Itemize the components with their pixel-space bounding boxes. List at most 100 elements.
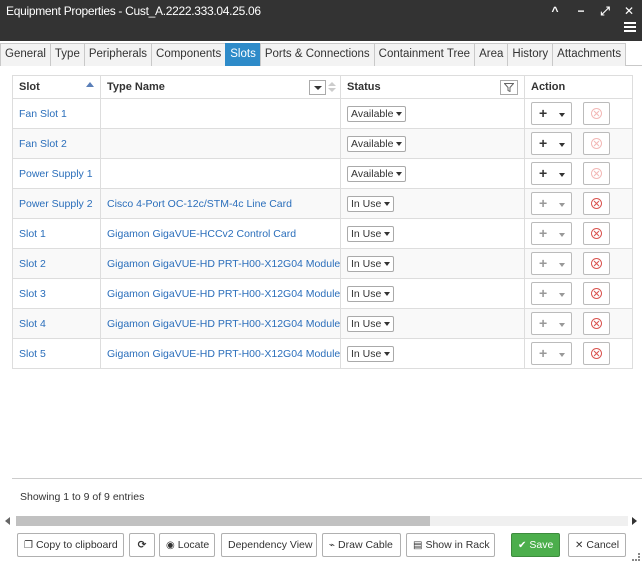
- tab-attachments[interactable]: Attachments: [552, 43, 627, 66]
- tab-general[interactable]: General: [0, 43, 51, 66]
- table-row[interactable]: Power Supply 1 Available +: [12, 158, 633, 189]
- column-header-status[interactable]: Status: [340, 75, 525, 99]
- tab-type[interactable]: Type: [49, 43, 85, 66]
- show-in-rack-button[interactable]: ▤ Show in Rack: [406, 533, 495, 557]
- table-row[interactable]: Power Supply 2 Cisco 4-Port OC-12c/STM-4c…: [12, 188, 633, 219]
- tab-ports-connections[interactable]: Ports & Connections: [259, 43, 375, 66]
- type-name-link[interactable]: Gigamon GigaVUE-HD PRT-H00-X12G04 Module: [107, 258, 340, 270]
- scroll-thumb[interactable]: [16, 516, 430, 526]
- column-header-slot[interactable]: Slot: [12, 75, 101, 99]
- locate-icon: ◉: [166, 540, 175, 551]
- chevron-down-icon: [559, 113, 565, 117]
- action-cell: +: [524, 248, 633, 279]
- draw-cable-button[interactable]: ⌁ Draw Cable: [322, 533, 401, 557]
- tab-slots[interactable]: Slots: [225, 43, 261, 66]
- copy-to-clipboard-button[interactable]: ❐ Copy to clipboard: [17, 533, 124, 557]
- slot-link[interactable]: Slot 5: [19, 348, 46, 360]
- table-row[interactable]: Slot 1 Gigamon GigaVUE-HCCv2 Control Card…: [12, 218, 633, 249]
- status-dropdown[interactable]: Available: [347, 135, 407, 152]
- add-component-button[interactable]: +: [531, 312, 572, 335]
- plus-icon: +: [539, 135, 548, 151]
- tab-area[interactable]: Area: [474, 43, 509, 66]
- status-dropdown[interactable]: In Use: [347, 225, 395, 242]
- slot-cell: Slot 3: [12, 278, 101, 309]
- tab-history[interactable]: History: [507, 43, 554, 66]
- slot-link[interactable]: Power Supply 1: [19, 168, 93, 180]
- table-row[interactable]: Slot 2 Gigamon GigaVUE-HD PRT-H00-X12G04 …: [12, 248, 633, 279]
- status-value: Available: [351, 137, 394, 150]
- slot-link[interactable]: Power Supply 2: [19, 198, 93, 210]
- status-dropdown[interactable]: In Use: [347, 285, 395, 302]
- column-header-action: Action: [524, 75, 633, 99]
- slot-link[interactable]: Slot 2: [19, 258, 46, 270]
- scroll-track[interactable]: [16, 516, 628, 526]
- add-component-button[interactable]: +: [531, 192, 572, 215]
- table-row[interactable]: Slot 4 Gigamon GigaVUE-HD PRT-H00-X12G04 …: [12, 308, 633, 339]
- cancel-button[interactable]: ✕ Cancel: [568, 533, 626, 557]
- resize-grip-icon[interactable]: [632, 553, 640, 561]
- add-component-button[interactable]: +: [531, 342, 572, 365]
- delete-component-button[interactable]: [583, 132, 610, 155]
- status-value: In Use: [351, 227, 382, 240]
- type-name-link[interactable]: Gigamon GigaVUE-HD PRT-H00-X12G04 Module: [107, 318, 340, 330]
- status-dropdown[interactable]: In Use: [347, 315, 395, 332]
- collapse-icon[interactable]: ^: [548, 4, 562, 18]
- column-header-action-label: Action: [531, 81, 566, 93]
- delete-component-button[interactable]: [583, 102, 610, 125]
- type-name-link[interactable]: Cisco 4-Port OC-12c/STM-4c Line Card: [107, 198, 292, 210]
- slot-link[interactable]: Slot 4: [19, 318, 46, 330]
- slot-link[interactable]: Fan Slot 1: [19, 108, 67, 120]
- status-dropdown[interactable]: In Use: [347, 345, 395, 362]
- locate-button[interactable]: ◉ Locate: [159, 533, 215, 557]
- sort-ascending-icon[interactable]: [86, 82, 94, 87]
- type-name-link[interactable]: Gigamon GigaVUE-HD PRT-H00-X12G04 Module: [107, 348, 340, 360]
- slot-cell: Slot 2: [12, 248, 101, 279]
- filter-icon[interactable]: [500, 80, 518, 95]
- status-dropdown[interactable]: Available: [347, 165, 407, 182]
- save-button[interactable]: ✔ Save: [511, 533, 560, 557]
- close-icon[interactable]: ✕: [622, 4, 636, 18]
- type-name-link[interactable]: Gigamon GigaVUE-HCCv2 Control Card: [107, 228, 296, 240]
- type-name-link[interactable]: Gigamon GigaVUE-HD PRT-H00-X12G04 Module: [107, 288, 340, 300]
- horizontal-scrollbar[interactable]: [0, 514, 642, 528]
- delete-component-button[interactable]: [583, 312, 610, 335]
- minimize-icon[interactable]: −: [574, 4, 588, 18]
- delete-component-button[interactable]: [583, 252, 610, 275]
- scroll-left-arrow-icon[interactable]: [5, 517, 10, 525]
- tab-containment-tree[interactable]: Containment Tree: [373, 43, 476, 66]
- add-component-button[interactable]: +: [531, 252, 572, 275]
- add-component-button[interactable]: +: [531, 222, 572, 245]
- hamburger-menu-icon[interactable]: [624, 22, 636, 34]
- table-row[interactable]: Fan Slot 1 Available +: [12, 98, 633, 129]
- add-component-button[interactable]: +: [531, 102, 572, 125]
- delete-component-button[interactable]: [583, 222, 610, 245]
- delete-component-button[interactable]: [583, 342, 610, 365]
- tab-peripherals[interactable]: Peripherals: [83, 43, 153, 66]
- column-dropdown-icon[interactable]: [309, 80, 326, 95]
- chevron-down-icon: [559, 263, 565, 267]
- slot-link[interactable]: Slot 1: [19, 228, 46, 240]
- status-dropdown[interactable]: In Use: [347, 195, 395, 212]
- delete-component-button[interactable]: [583, 282, 610, 305]
- add-component-button[interactable]: +: [531, 132, 572, 155]
- slot-link[interactable]: Slot 3: [19, 288, 46, 300]
- rack-icon: ▤: [413, 540, 423, 551]
- column-header-type-name[interactable]: Type Name: [100, 75, 341, 99]
- add-component-button[interactable]: +: [531, 162, 572, 185]
- status-cell: In Use: [340, 308, 525, 339]
- tab-components[interactable]: Components: [151, 43, 227, 66]
- dependency-view-button[interactable]: Dependency View: [221, 533, 317, 557]
- add-component-button[interactable]: +: [531, 282, 572, 305]
- sort-unsorted-icon[interactable]: [328, 82, 336, 94]
- table-row[interactable]: Slot 5 Gigamon GigaVUE-HD PRT-H00-X12G04 …: [12, 338, 633, 369]
- refresh-button[interactable]: ⟳: [129, 533, 155, 557]
- table-row[interactable]: Slot 3 Gigamon GigaVUE-HD PRT-H00-X12G04 …: [12, 278, 633, 309]
- table-row[interactable]: Fan Slot 2 Available +: [12, 128, 633, 159]
- maximize-icon[interactable]: ⤢: [598, 4, 612, 18]
- delete-component-button[interactable]: [583, 192, 610, 215]
- scroll-right-arrow-icon[interactable]: [632, 517, 637, 525]
- status-dropdown[interactable]: In Use: [347, 255, 395, 272]
- slot-link[interactable]: Fan Slot 2: [19, 138, 67, 150]
- delete-component-button[interactable]: [583, 162, 610, 185]
- status-dropdown[interactable]: Available: [347, 105, 407, 122]
